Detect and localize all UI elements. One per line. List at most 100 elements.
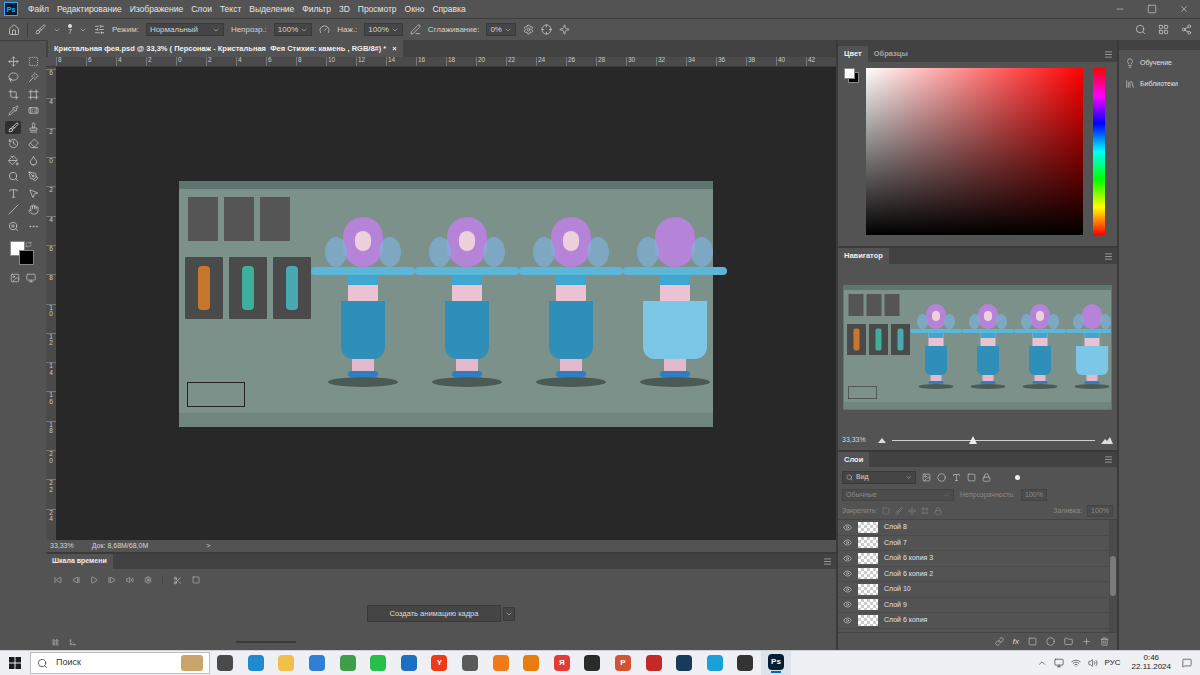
add-mask-icon[interactable] (1028, 637, 1037, 646)
tool-button[interactable] (25, 154, 41, 167)
color-swatches[interactable] (844, 68, 860, 84)
background-color[interactable] (19, 250, 34, 265)
filter-smart-icon[interactable] (982, 473, 991, 482)
zoom-in-icon[interactable] (1101, 437, 1113, 444)
visibility-toggle[interactable] (842, 523, 852, 532)
taskbar-app[interactable]: P (608, 651, 639, 675)
split-icon[interactable] (173, 576, 182, 585)
layer-style-button[interactable]: fx (1013, 636, 1019, 648)
history-brush-icon[interactable] (8, 138, 19, 149)
taskbar-app[interactable] (271, 651, 302, 675)
menu-item[interactable]: Файл (24, 3, 53, 16)
filter-adjustment-icon[interactable] (937, 473, 946, 482)
taskbar-app[interactable] (241, 651, 272, 675)
close-icon[interactable] (1179, 4, 1189, 14)
flow-field[interactable]: 100% (364, 23, 402, 36)
zoom-level[interactable]: 33,33% (50, 541, 74, 552)
tool-button[interactable] (5, 204, 21, 217)
tool-button[interactable] (25, 187, 41, 200)
animation-type-dropdown[interactable] (503, 607, 515, 621)
timeline-tab[interactable]: Шкала времени (46, 554, 113, 569)
visibility-toggle[interactable] (842, 600, 852, 609)
taskbar-app[interactable] (516, 651, 547, 675)
play-icon[interactable] (90, 576, 98, 584)
navigator-zoom[interactable]: 33,33% (842, 435, 872, 446)
tool-button[interactable] (25, 138, 41, 151)
screen-mode-icon[interactable] (26, 273, 36, 283)
settings-icon[interactable] (144, 576, 152, 584)
hand-icon[interactable] (28, 204, 39, 215)
mode-select[interactable]: Нормальный (146, 23, 224, 36)
start-button[interactable] (0, 657, 30, 669)
dropdown-icon[interactable] (505, 610, 513, 618)
search-box[interactable]: Поиск (30, 652, 210, 674)
slider-handle-icon[interactable] (969, 436, 977, 444)
eye-icon[interactable] (843, 523, 852, 532)
workspace-icon[interactable] (1158, 24, 1169, 35)
dropdown-icon[interactable] (391, 26, 399, 34)
taskbar-app[interactable] (730, 651, 761, 675)
tool-button[interactable] (5, 220, 21, 233)
tool-button[interactable] (25, 121, 41, 134)
lock-transparency-icon[interactable] (882, 507, 890, 515)
menu-item[interactable]: 3D (335, 3, 354, 16)
tool-button[interactable] (5, 55, 21, 68)
tool-button[interactable] (25, 220, 41, 233)
layer-row[interactable]: Слой 6 копия (838, 613, 1109, 629)
visibility-toggle[interactable] (842, 554, 852, 563)
filter-shape-icon[interactable] (967, 473, 976, 482)
tool-button[interactable] (5, 187, 21, 200)
minimize-button[interactable] (1104, 0, 1136, 18)
tool-button[interactable] (5, 72, 21, 85)
dropdown-icon[interactable] (53, 26, 61, 34)
lock-all-icon[interactable] (934, 507, 942, 515)
visibility-toggle[interactable] (842, 538, 852, 547)
convert-icon[interactable] (52, 639, 59, 646)
new-layer-icon[interactable] (1082, 637, 1091, 646)
layer-row[interactable]: Слой 10 (838, 582, 1109, 598)
layers-scrollbar[interactable] (1109, 520, 1117, 632)
visibility-toggle[interactable] (842, 616, 852, 625)
search-icon[interactable] (1135, 24, 1146, 35)
taskbar-app[interactable]: Ps (761, 651, 792, 675)
taskbar-app[interactable] (363, 651, 394, 675)
bucket-icon[interactable] (8, 155, 19, 166)
taskbar-app[interactable] (394, 651, 425, 675)
tool-button[interactable] (5, 154, 21, 167)
create-animation-button[interactable]: Создать анимацию кадра (367, 605, 502, 622)
eye-icon[interactable] (843, 616, 852, 625)
navigator-preview[interactable] (843, 285, 1112, 410)
path-select-icon[interactable] (28, 188, 39, 199)
fill-field[interactable]: 100% (1087, 505, 1113, 517)
taskbar-app[interactable] (485, 651, 516, 675)
panel-tab[interactable]: Слои (838, 452, 869, 467)
layer-name[interactable]: Слой 9 (884, 600, 907, 611)
close-button[interactable] (1168, 0, 1200, 18)
lock-position-icon[interactable] (908, 507, 916, 515)
taskbar-app[interactable] (332, 651, 363, 675)
taskbar-app[interactable] (302, 651, 333, 675)
zoom-out-icon[interactable] (878, 438, 886, 443)
menu-item[interactable]: Просмотр (354, 3, 401, 16)
symmetry-icon[interactable] (559, 24, 570, 35)
airbrush-icon[interactable] (410, 24, 421, 35)
layer-row[interactable]: Слой 9 (838, 598, 1109, 614)
minimize-icon[interactable] (1115, 4, 1125, 14)
notifications-icon[interactable] (1182, 658, 1192, 668)
dropdown-icon[interactable] (905, 474, 912, 481)
dropdown-icon[interactable] (300, 26, 308, 34)
layer-row[interactable]: Слой 7 (838, 536, 1109, 552)
menu-item[interactable]: Редактирование (53, 3, 126, 16)
transition-icon[interactable] (192, 576, 200, 584)
menu-item[interactable]: Фильтр (298, 3, 335, 16)
next-frame-icon[interactable] (108, 576, 116, 584)
layer-name[interactable]: Слой 7 (884, 538, 907, 549)
menu-item[interactable]: Окно (401, 3, 429, 16)
search-icon[interactable] (846, 474, 853, 481)
tool-button[interactable] (25, 88, 41, 101)
close-tab-button[interactable]: × (392, 43, 396, 54)
dodge-icon[interactable] (8, 171, 19, 182)
panel-menu-icon[interactable] (1104, 252, 1113, 261)
panel-tab[interactable]: Навигатор (838, 248, 889, 264)
layer-name[interactable]: Слой 10 (884, 584, 911, 595)
